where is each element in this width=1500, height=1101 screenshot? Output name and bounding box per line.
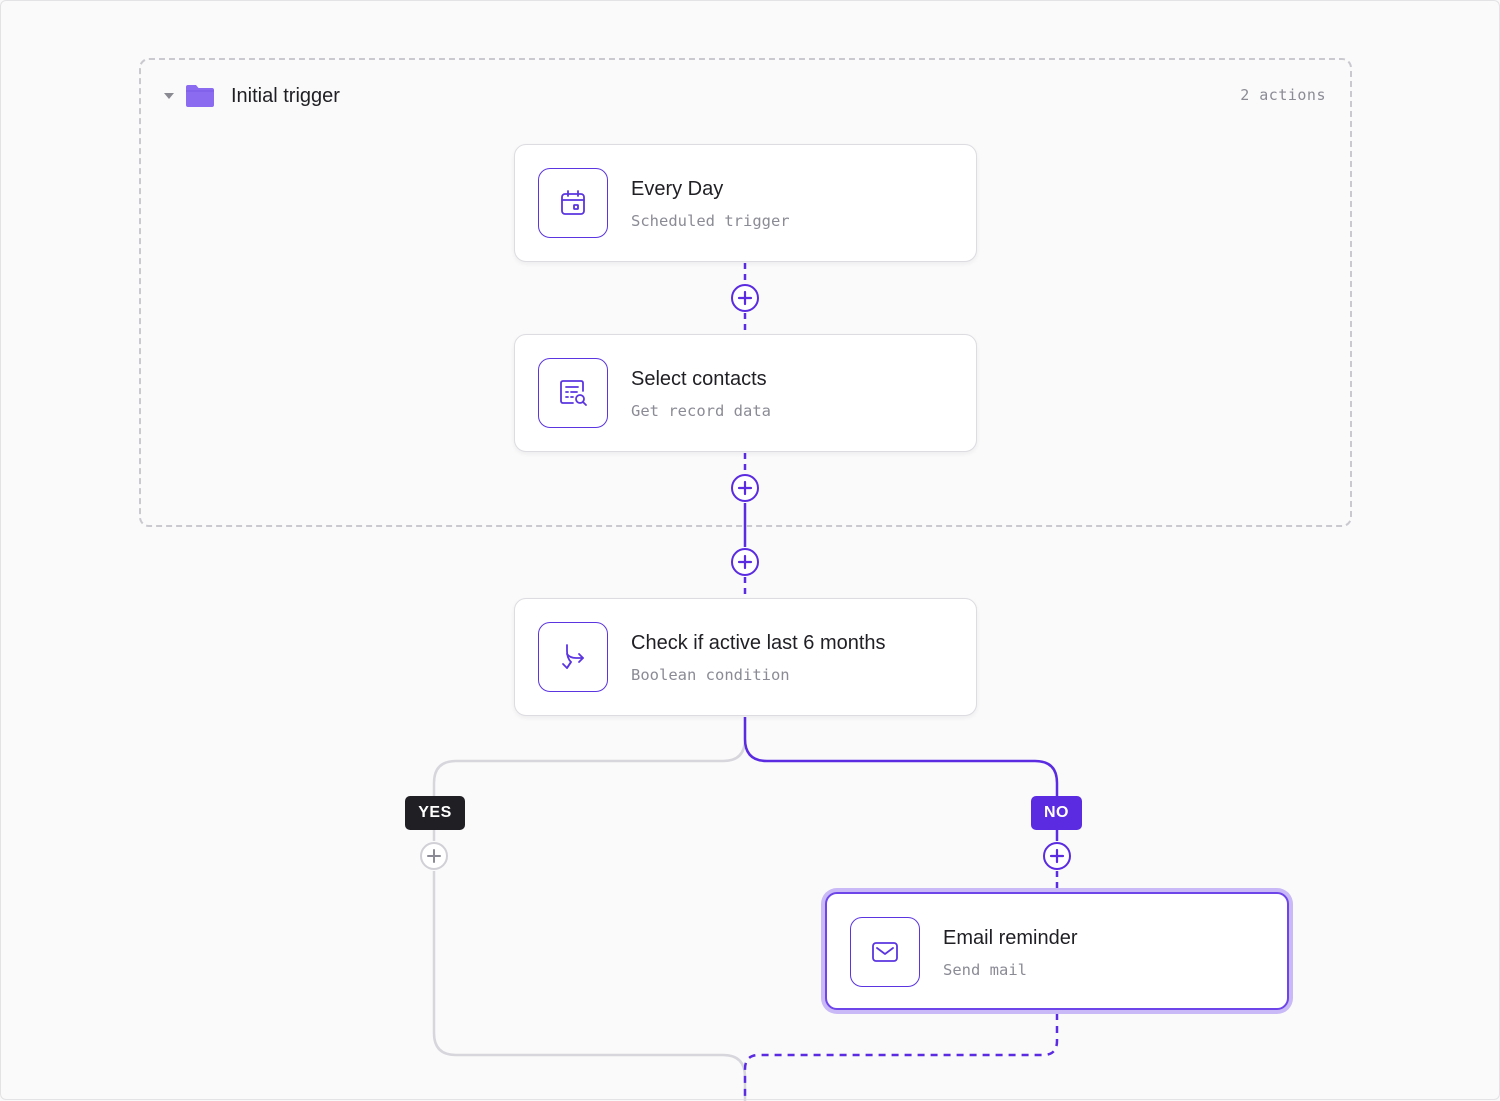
group-header: Initial trigger [164,81,340,111]
workflow-canvas: Initial trigger 2 actions Every Day Sche… [0,0,1500,1101]
folder-icon [186,85,214,107]
add-step-button[interactable] [730,283,760,313]
node-title: Check if active last 6 months [631,632,886,654]
node-select-contacts[interactable]: Select contacts Get record data [514,334,977,452]
branch-icon [538,622,608,692]
branch-no-badge: NO [1031,796,1082,830]
add-step-button[interactable] [730,473,760,503]
add-step-button[interactable] [730,547,760,577]
node-email-reminder[interactable]: Email reminder Send mail [825,892,1289,1010]
collapse-caret-icon[interactable] [164,93,174,99]
group-action-count: 2 actions [1240,86,1326,104]
add-step-button-no[interactable] [1042,841,1072,871]
node-subtitle: Boolean condition [631,666,790,684]
node-subtitle: Scheduled trigger [631,212,790,230]
node-every-day[interactable]: Every Day Scheduled trigger [514,144,977,262]
calendar-icon [538,168,608,238]
record-search-icon [538,358,608,428]
node-check-active[interactable]: Check if active last 6 months Boolean co… [514,598,977,716]
node-title: Every Day [631,178,724,200]
add-step-button-yes[interactable] [419,841,449,871]
branch-yes-badge: YES [405,796,465,830]
node-title: Select contacts [631,368,767,390]
mail-icon [850,917,920,987]
node-subtitle: Send mail [943,961,1027,979]
node-title: Email reminder [943,927,1078,949]
group-title: Initial trigger [231,84,340,107]
node-subtitle: Get record data [631,402,771,420]
